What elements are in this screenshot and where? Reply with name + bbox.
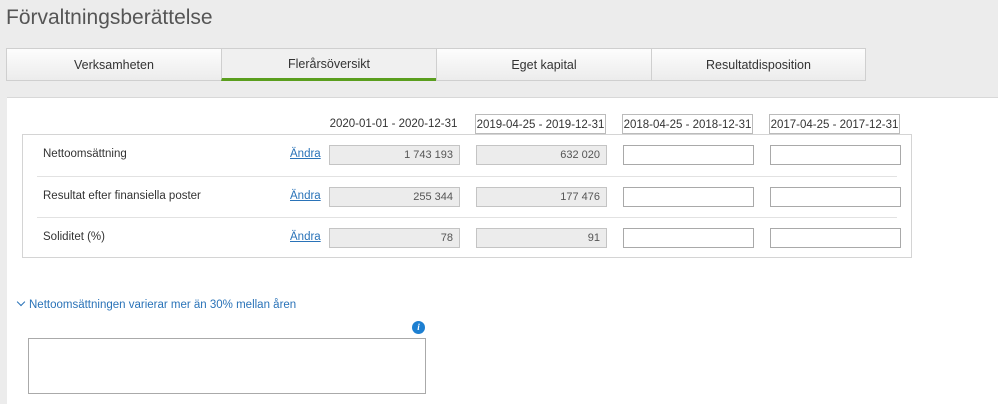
value-cell-readonly: 1 743 193: [329, 145, 460, 165]
value-cell-readonly: 91: [476, 228, 607, 248]
value-cell-readonly: 632 020: [476, 145, 607, 165]
row-label: Nettoomsättning: [43, 148, 127, 160]
comment-textarea[interactable]: [28, 338, 426, 394]
info-icon[interactable]: i: [412, 321, 425, 334]
row-label: Resultat efter finansiella poster: [43, 190, 201, 202]
edit-link[interactable]: Ändra: [290, 190, 321, 202]
value-cell-readonly: 78: [329, 228, 460, 248]
value-input[interactable]: [770, 145, 901, 165]
table-row: Resultat efter finansiella poster Ändra …: [37, 177, 901, 218]
period-header-2017[interactable]: 2017-04-25 - 2017-12-31: [769, 114, 900, 134]
content-panel: 2020-01-01 - 2020-12-31 2019-04-25 - 201…: [7, 97, 998, 404]
chevron-down-icon: [16, 297, 26, 307]
value-input[interactable]: [623, 145, 754, 165]
value-cell-readonly: 177 476: [476, 187, 607, 207]
edit-link[interactable]: Ändra: [290, 148, 321, 160]
tab-bar: Verksamheten Flerårsöversikt Eget kapita…: [6, 48, 866, 82]
tab-resultatdisposition[interactable]: Resultatdisposition: [651, 48, 866, 81]
tab-flerarsoversikt[interactable]: Flerårsöversikt: [221, 48, 436, 81]
variance-warning-toggle[interactable]: Nettoomsättningen varierar mer än 30% me…: [16, 297, 297, 311]
period-header-2018[interactable]: 2018-04-25 - 2018-12-31: [622, 114, 753, 134]
value-input[interactable]: [623, 187, 754, 207]
table-row: Soliditet (%) Ändra 78 91: [37, 218, 901, 259]
variance-warning-text: Nettoomsättningen varierar mer än 30% me…: [29, 299, 297, 311]
period-header-current: 2020-01-01 - 2020-12-31: [329, 118, 458, 130]
value-input[interactable]: [770, 228, 901, 248]
multi-year-table: Nettoomsättning Ändra 1 743 193 632 020 …: [22, 134, 912, 258]
tab-eget-kapital[interactable]: Eget kapital: [436, 48, 651, 81]
period-header-2019[interactable]: 2019-04-25 - 2019-12-31: [475, 114, 606, 134]
page-title: Förvaltningsberättelse: [6, 6, 213, 29]
value-cell-readonly: 255 344: [329, 187, 460, 207]
tab-verksamheten[interactable]: Verksamheten: [6, 48, 221, 81]
edit-link[interactable]: Ändra: [290, 231, 321, 243]
row-label: Soliditet (%): [43, 231, 105, 243]
value-input[interactable]: [770, 187, 901, 207]
value-input[interactable]: [623, 228, 754, 248]
table-row: Nettoomsättning Ändra 1 743 193 632 020: [37, 135, 901, 176]
